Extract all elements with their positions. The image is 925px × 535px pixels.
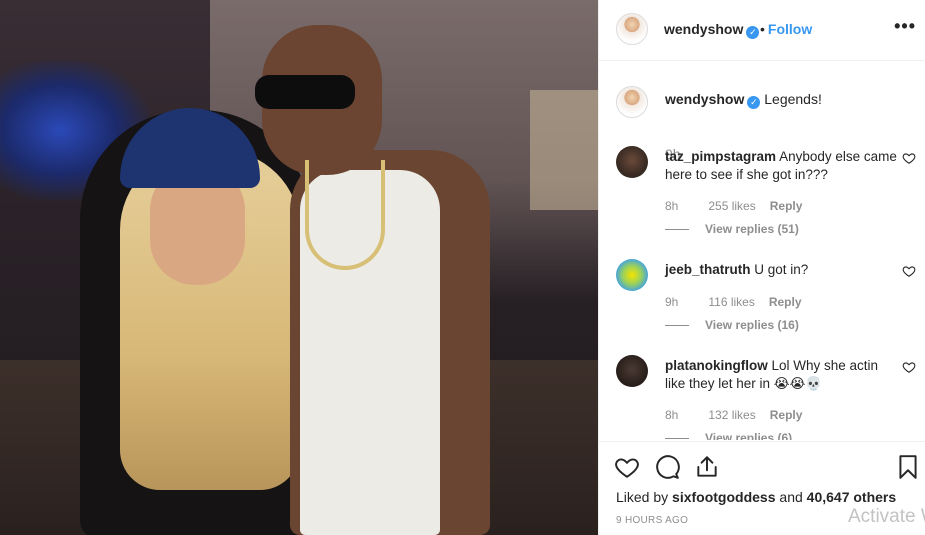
comment-likes[interactable]: 132 likes (708, 408, 755, 422)
comment-meta: 9h 116 likes Reply (665, 295, 816, 309)
background-window (530, 90, 598, 210)
comment-text: U got in? (754, 262, 809, 277)
liked-by-prefix: Liked by (616, 489, 669, 505)
heart-icon[interactable] (902, 360, 916, 374)
bookmark-icon[interactable] (895, 454, 921, 480)
replies-divider (665, 325, 689, 327)
caption-text: wendyshow ✓ Legends! (665, 91, 905, 109)
post-timestamp[interactable]: 9 HOURS AGO (616, 515, 688, 526)
comment-body: taz_pimpstagram Anybody else came here t… (665, 148, 900, 184)
replies-divider (665, 438, 689, 440)
activate-windows-watermark: Activate W (848, 506, 925, 527)
person-right-chain (305, 160, 385, 270)
view-replies-label[interactable]: View replies (6) (705, 431, 792, 440)
replies-divider (665, 229, 689, 231)
follow-button[interactable]: • Follow (760, 21, 812, 37)
comment-username[interactable]: platanokingflow (665, 358, 768, 373)
comment-body: jeeb_thatruth U got in? (665, 261, 900, 279)
post-photo[interactable] (0, 0, 598, 535)
comment-time[interactable]: 8h (665, 199, 678, 213)
comment-likes[interactable]: 255 likes (708, 199, 755, 213)
comment-icon[interactable] (654, 454, 680, 480)
view-replies-button[interactable]: View replies (51) (665, 222, 799, 236)
avatar[interactable] (616, 259, 648, 291)
person-right-sunglasses (255, 75, 355, 109)
comment-body: platanokingflow Lol Why she actin like t… (665, 357, 900, 393)
heart-icon[interactable] (902, 151, 916, 165)
comment-meta: 8h 255 likes Reply (665, 199, 816, 213)
reply-button[interactable]: Reply (770, 199, 803, 213)
comment-likes[interactable]: 116 likes (708, 295, 754, 309)
view-replies-label[interactable]: View replies (51) (705, 222, 799, 236)
liked-by-and: and (779, 489, 803, 505)
more-icon[interactable]: ••• (894, 16, 916, 37)
post-author-username[interactable]: wendyshow ✓ (664, 21, 760, 39)
likes-summary[interactable]: Liked by sixfootgoddess and 40,647 other… (616, 489, 896, 505)
post-side-panel: wendyshow ✓ • Follow ••• wendyshow ✓ Legend… (598, 0, 925, 535)
view-replies-label[interactable]: View replies (16) (705, 318, 799, 332)
reply-button[interactable]: Reply (770, 408, 803, 422)
view-replies-button[interactable]: View replies (16) (665, 318, 799, 332)
heart-icon[interactable] (614, 454, 640, 480)
post-header: wendyshow ✓ • Follow ••• (599, 0, 925, 61)
caption-username[interactable]: wendyshow (665, 91, 744, 107)
caption-body: Legends! (764, 91, 822, 107)
avatar[interactable] (616, 13, 648, 45)
comment-meta: 8h 132 likes Reply (665, 408, 816, 422)
likes-count[interactable]: 40,647 others (807, 489, 897, 505)
verified-badge-icon: ✓ (747, 96, 761, 109)
avatar[interactable] (616, 355, 648, 387)
follow-label[interactable]: Follow (768, 21, 812, 37)
username-text[interactable]: wendyshow (664, 21, 743, 37)
avatar[interactable] (616, 86, 648, 118)
avatar[interactable] (616, 146, 648, 178)
reply-button[interactable]: Reply (769, 295, 802, 309)
comment-username[interactable]: taz_pimpstagram (665, 149, 776, 164)
comment-time[interactable]: 8h (665, 408, 678, 422)
separator-dot: • (760, 21, 765, 37)
liked-by-user[interactable]: sixfootgoddess (672, 489, 775, 505)
comments-list[interactable]: wendyshow ✓ Legends! 9h taz_pimpstagram A… (599, 62, 925, 440)
comment-time[interactable]: 9h (665, 295, 678, 309)
verified-badge-icon: ✓ (746, 26, 760, 39)
share-icon[interactable] (694, 454, 720, 480)
heart-icon[interactable] (902, 264, 916, 278)
view-replies-button[interactable]: View replies (6) (665, 431, 792, 440)
comment-username[interactable]: jeeb_thatruth (665, 262, 751, 277)
